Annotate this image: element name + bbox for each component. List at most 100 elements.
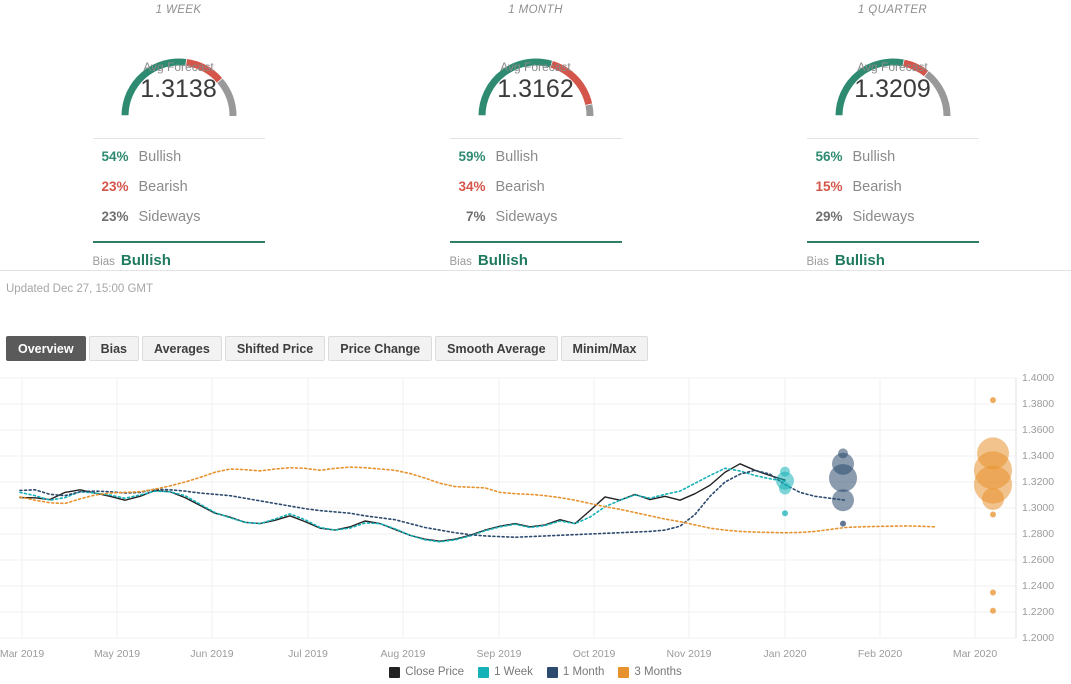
x-axis-tick-label: Jan 2020 bbox=[763, 648, 807, 660]
bias-row: Bias Bullish bbox=[807, 252, 979, 269]
forecast-bubble[interactable] bbox=[829, 464, 857, 493]
updated-timestamp: Updated Dec 27, 15:00 GMT bbox=[6, 283, 154, 295]
bullish-label: Bullish bbox=[495, 149, 539, 165]
gauge-segment-bearish bbox=[902, 59, 928, 77]
stat-row-bullish: 59% Bullish bbox=[450, 149, 622, 179]
tab-price-change[interactable]: Price Change bbox=[328, 336, 433, 361]
x-axis-tick-label: Sep 2019 bbox=[476, 648, 522, 660]
stat-row-bullish: 54% Bullish bbox=[93, 149, 265, 179]
forecast-bubble[interactable] bbox=[832, 489, 854, 512]
legend-label: 1 Week bbox=[494, 666, 533, 678]
gauge-arc-group bbox=[478, 58, 593, 117]
legend-swatch-icon bbox=[618, 666, 630, 678]
gauge-1-quarter: Avg Forecast 1.3209 bbox=[803, 24, 983, 120]
forecast-bubble[interactable] bbox=[990, 607, 996, 614]
y-axis-tick-label: 1.3400 bbox=[1022, 450, 1055, 462]
chart-x-axis-labels: Mar 2019 May 2019 Jun 2019 Jul 2019 Aug 2019… bbox=[0, 648, 1071, 664]
forecast-bubble[interactable] bbox=[782, 510, 788, 517]
bullish-percent: 59% bbox=[458, 149, 486, 164]
y-axis-tick-label: 1.3200 bbox=[1022, 476, 1055, 488]
tab-minim-max[interactable]: Minim/Max bbox=[560, 336, 649, 361]
y-axis-tick-label: 1.3000 bbox=[1022, 502, 1055, 514]
section-divider bbox=[0, 270, 1071, 271]
gauge-arc-group bbox=[835, 58, 950, 117]
stat-row-bearish: 34% Bearish bbox=[450, 179, 622, 209]
bias-label: Bias bbox=[449, 256, 472, 268]
chart-svg bbox=[0, 377, 1017, 639]
bearish-label: Bearish bbox=[138, 179, 188, 195]
tab-bias[interactable]: Bias bbox=[88, 336, 139, 361]
y-axis-tick-label: 1.2400 bbox=[1022, 580, 1055, 592]
x-axis-tick-label: Mar 2019 bbox=[0, 648, 45, 660]
gauge-arc-svg bbox=[835, 58, 950, 117]
x-axis-tick-label: Mar 2020 bbox=[952, 648, 998, 660]
chart-gridlines bbox=[0, 377, 1017, 639]
legend-item-1-month[interactable]: 1 Month bbox=[546, 666, 605, 678]
legend-swatch-icon bbox=[478, 666, 490, 678]
legend-swatch-icon bbox=[546, 666, 558, 678]
x-axis-tick-label: Feb 2020 bbox=[857, 648, 903, 660]
gauge-arc-svg bbox=[478, 58, 593, 117]
chart-y-axis-labels: 1.4000 1.3800 1.3600 1.3400 1.3200 1.3000 1.28… bbox=[1022, 372, 1071, 645]
y-axis-tick-label: 1.2200 bbox=[1022, 606, 1055, 618]
gauge-arc-group bbox=[121, 58, 236, 117]
gauge-segment-bearish bbox=[185, 59, 222, 83]
tab-smooth-average[interactable]: Smooth Average bbox=[435, 336, 558, 361]
forecast-bubble[interactable] bbox=[982, 487, 1004, 510]
legend-label: Close Price bbox=[405, 666, 465, 678]
gauge-arc-svg bbox=[121, 58, 236, 117]
bias-row: Bias Bullish bbox=[93, 252, 265, 269]
bias-label: Bias bbox=[92, 256, 115, 268]
legend-item-3-months[interactable]: 3 Months bbox=[618, 666, 682, 678]
chart-legend: Close Price 1 Week 1 Month 3 Months bbox=[0, 666, 1071, 678]
bullish-label: Bullish bbox=[138, 149, 182, 165]
forecast-cards: 1 WEEK Avg Forecast 1.3138 54% Bullish 2… bbox=[0, 0, 1071, 269]
forecast-card-1-month: 1 MONTH Avg Forecast 1.3162 59% Bullish … bbox=[357, 0, 714, 269]
sideways-percent: 7% bbox=[465, 209, 486, 224]
sideways-label: Sideways bbox=[852, 209, 915, 225]
legend-label: 3 Months bbox=[634, 666, 682, 678]
legend-item-close-price[interactable]: Close Price bbox=[389, 666, 464, 678]
card-title: 1 WEEK bbox=[155, 4, 202, 16]
bearish-percent: 23% bbox=[101, 179, 129, 194]
y-axis-tick-label: 1.2600 bbox=[1022, 554, 1055, 566]
card-title: 1 MONTH bbox=[508, 4, 563, 16]
bearish-percent: 15% bbox=[815, 179, 843, 194]
legend-swatch-icon bbox=[389, 666, 401, 678]
tab-averages[interactable]: Averages bbox=[142, 336, 222, 361]
sideways-label: Sideways bbox=[138, 209, 201, 225]
tab-overview[interactable]: Overview bbox=[6, 336, 86, 361]
forecast-bubble[interactable] bbox=[779, 482, 791, 495]
stat-row-bearish: 23% Bearish bbox=[93, 179, 265, 209]
stat-row-sideways: 7% Sideways bbox=[450, 209, 622, 239]
card-title: 1 QUARTER bbox=[857, 4, 928, 16]
sentiment-stats: 56% Bullish 15% Bearish 29% Sideways bbox=[806, 138, 979, 239]
forecast-bubble[interactable] bbox=[990, 397, 996, 404]
gauge-1-week: Avg Forecast 1.3138 bbox=[89, 24, 269, 120]
bias-value: Bullish bbox=[834, 252, 885, 269]
gauge-segment-sideways bbox=[216, 78, 236, 117]
sideways-percent: 23% bbox=[101, 209, 129, 224]
stat-row-sideways: 23% Sideways bbox=[93, 209, 265, 239]
stat-row-sideways: 29% Sideways bbox=[807, 209, 979, 239]
sideways-percent: 29% bbox=[815, 209, 843, 224]
legend-item-1-week[interactable]: 1 Week bbox=[478, 666, 533, 678]
bullish-percent: 56% bbox=[815, 149, 843, 164]
x-axis-tick-label: Oct 2019 bbox=[572, 648, 616, 660]
bias-separator bbox=[449, 241, 622, 243]
bias-separator bbox=[806, 241, 979, 243]
x-axis-tick-label: Jul 2019 bbox=[288, 648, 328, 660]
legend-label: 1 Month bbox=[562, 666, 605, 678]
forecast-bubble[interactable] bbox=[990, 589, 996, 596]
gauge-segment-bearish bbox=[550, 61, 592, 106]
bias-row: Bias Bullish bbox=[450, 252, 622, 269]
gauge-segment-sideways bbox=[923, 71, 950, 117]
tab-shifted-price[interactable]: Shifted Price bbox=[224, 336, 326, 361]
forecast-bubble[interactable] bbox=[840, 520, 846, 527]
forecast-bubble[interactable] bbox=[990, 511, 996, 518]
sideways-label: Sideways bbox=[495, 209, 558, 225]
stat-row-bearish: 15% Bearish bbox=[807, 179, 979, 209]
forecast-chart bbox=[0, 375, 1071, 645]
bearish-label: Bearish bbox=[852, 179, 902, 195]
forecast-card-1-quarter: 1 QUARTER Avg Forecast 1.3209 56% Bullis… bbox=[714, 0, 1071, 269]
